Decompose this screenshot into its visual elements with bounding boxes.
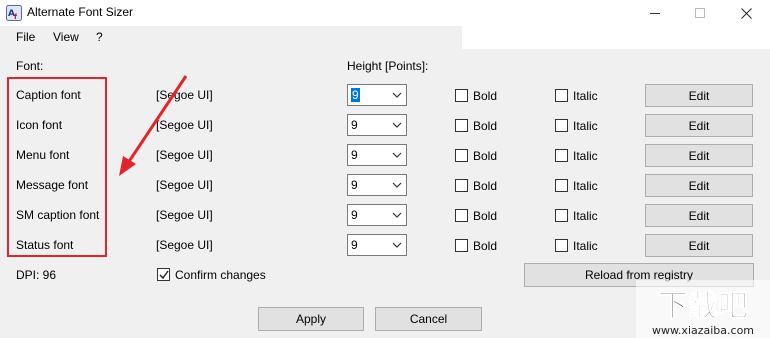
height-combo[interactable]: 9 [347,144,407,166]
cancel-button[interactable]: Cancel [375,307,482,331]
italic-checkbox[interactable] [555,209,568,222]
bold-checkbox[interactable] [455,119,468,132]
bold-label: Bold [473,239,498,253]
height-value: 9 [351,148,358,162]
maximize-button[interactable] [680,0,720,26]
svg-text:下载吧: 下载吧 [658,289,748,324]
confirm-changes-checkbox[interactable] [157,268,170,281]
italic-label: Italic [573,119,598,133]
italic-checkbox[interactable] [555,149,568,162]
font-face-value: [Segoe UI] [156,238,213,252]
bold-label: Bold [473,179,498,193]
menu-file[interactable]: File [16,30,35,44]
italic-checkbox[interactable] [555,179,568,192]
font-header: Font: [16,59,44,73]
minimize-button[interactable] [635,0,675,26]
font-face-value: [Segoe UI] [156,208,213,222]
bold-checkbox[interactable] [455,179,468,192]
bold-checkbox[interactable] [455,149,468,162]
height-combo[interactable]: 9 [347,204,407,226]
apply-button[interactable]: Apply [258,307,364,331]
dpi-label: DPI: 96 [16,268,57,282]
height-combo[interactable]: 9 [347,84,407,106]
menu-view[interactable]: View [53,30,79,44]
height-header: Height [Points]: [347,59,429,73]
menu-help[interactable]: ? [96,30,103,44]
chevron-down-icon [392,92,402,98]
chevron-down-icon [392,152,402,158]
height-value: 9 [351,118,358,132]
italic-label: Italic [573,179,598,193]
chevron-down-icon [392,182,402,188]
height-value: 9 [351,238,358,252]
close-icon [740,7,752,19]
bold-checkbox[interactable] [455,239,468,252]
italic-checkbox[interactable] [555,89,568,102]
bold-label: Bold [473,149,498,163]
edit-button[interactable]: Edit [645,84,753,107]
height-combo[interactable]: 9 [347,234,407,256]
menu-bar: File View ? [0,26,462,49]
chevron-down-icon [392,122,402,128]
app-icon: A f [6,5,22,21]
svg-text:www.xiazaiba.com: www.xiazaiba.com [652,324,754,337]
chevron-down-icon [392,242,402,248]
edit-button[interactable]: Edit [645,234,753,257]
italic-label: Italic [573,89,598,103]
annotation-highlight-box [7,77,107,257]
bold-label: Bold [473,89,498,103]
height-combo[interactable]: 9 [347,114,407,136]
close-button[interactable] [726,0,766,26]
edit-button[interactable]: Edit [645,204,753,227]
height-value: 9 [351,178,358,192]
bold-label: Bold [473,119,498,133]
title-bar: A f Alternate Font Sizer [0,0,770,26]
bold-checkbox[interactable] [455,89,468,102]
height-value: 9 [351,88,360,102]
checkmark-icon [159,270,169,280]
edit-button[interactable]: Edit [645,174,753,197]
window-title: Alternate Font Sizer [27,5,134,19]
annotation-arrow-icon [119,75,188,176]
maximize-icon [695,8,705,18]
chevron-down-icon [392,212,402,218]
height-value: 9 [351,208,358,222]
bold-label: Bold [473,209,498,223]
italic-label: Italic [573,209,598,223]
height-combo[interactable]: 9 [347,174,407,196]
bold-checkbox[interactable] [455,209,468,222]
italic-checkbox[interactable] [555,239,568,252]
edit-button[interactable]: Edit [645,144,753,167]
site-watermark-logo: 下载吧 www.xiazaiba.com [636,280,770,338]
italic-label: Italic [573,149,598,163]
confirm-changes-label: Confirm changes [175,268,266,282]
italic-label: Italic [573,239,598,253]
italic-checkbox[interactable] [555,119,568,132]
minimize-icon [650,13,660,14]
edit-button[interactable]: Edit [645,114,753,137]
